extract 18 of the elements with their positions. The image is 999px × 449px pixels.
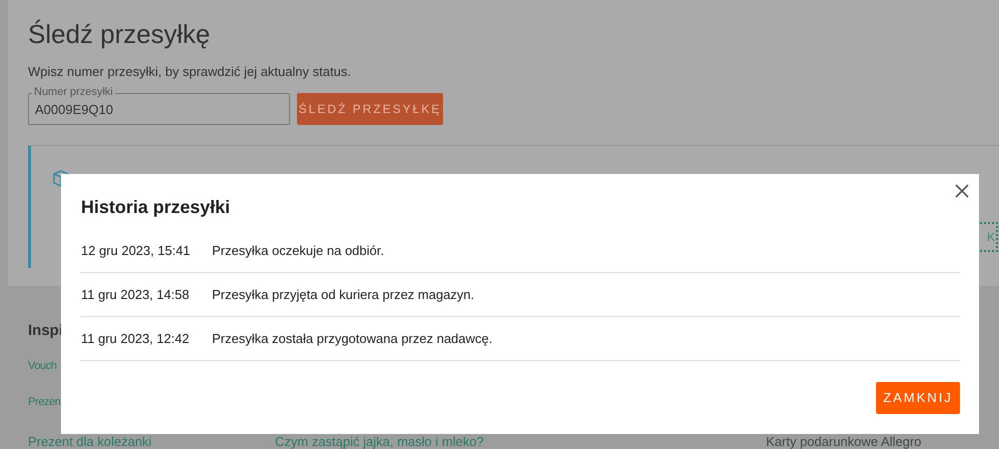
close-icon[interactable] bbox=[954, 183, 970, 199]
event-status: Przesyłka została przygotowana przez nadawcę. bbox=[212, 330, 492, 348]
field-label: Numer przesyłki bbox=[32, 86, 115, 99]
event-date: 11 gru 2023, 12:42 bbox=[81, 330, 190, 348]
close-button[interactable]: ZAMKNIJ bbox=[876, 382, 960, 414]
dialog-title: Historia przesyłki bbox=[81, 196, 230, 219]
inspiration-link[interactable]: Vouch bbox=[28, 358, 57, 374]
event-status: Przesyłka przyjęta od kuriera przez magazyn. bbox=[212, 286, 474, 304]
inspiration-link[interactable]: Prezent dla koleżanki bbox=[28, 432, 152, 449]
track-button[interactable]: ŚLEDŹ PRZESYŁKĘ bbox=[297, 93, 443, 125]
page-title: Śledź przesyłkę bbox=[28, 18, 210, 50]
event-date: 12 gru 2023, 15:41 bbox=[81, 242, 192, 260]
inspiration-link[interactable]: Prezen bbox=[28, 394, 60, 410]
event-date: 11 gru 2023, 14:58 bbox=[81, 286, 190, 304]
inspiration-link[interactable]: Karty podarunkowe Allegro bbox=[766, 432, 922, 449]
description: Wpisz numer przesyłki, by sprawdzić jej aktualny status. bbox=[28, 63, 351, 81]
event-status: Przesyłka oczekuje na odbiór. bbox=[212, 242, 384, 260]
inspiration-link[interactable]: Czym zastąpić jajka, masło i mleko? bbox=[275, 432, 484, 449]
